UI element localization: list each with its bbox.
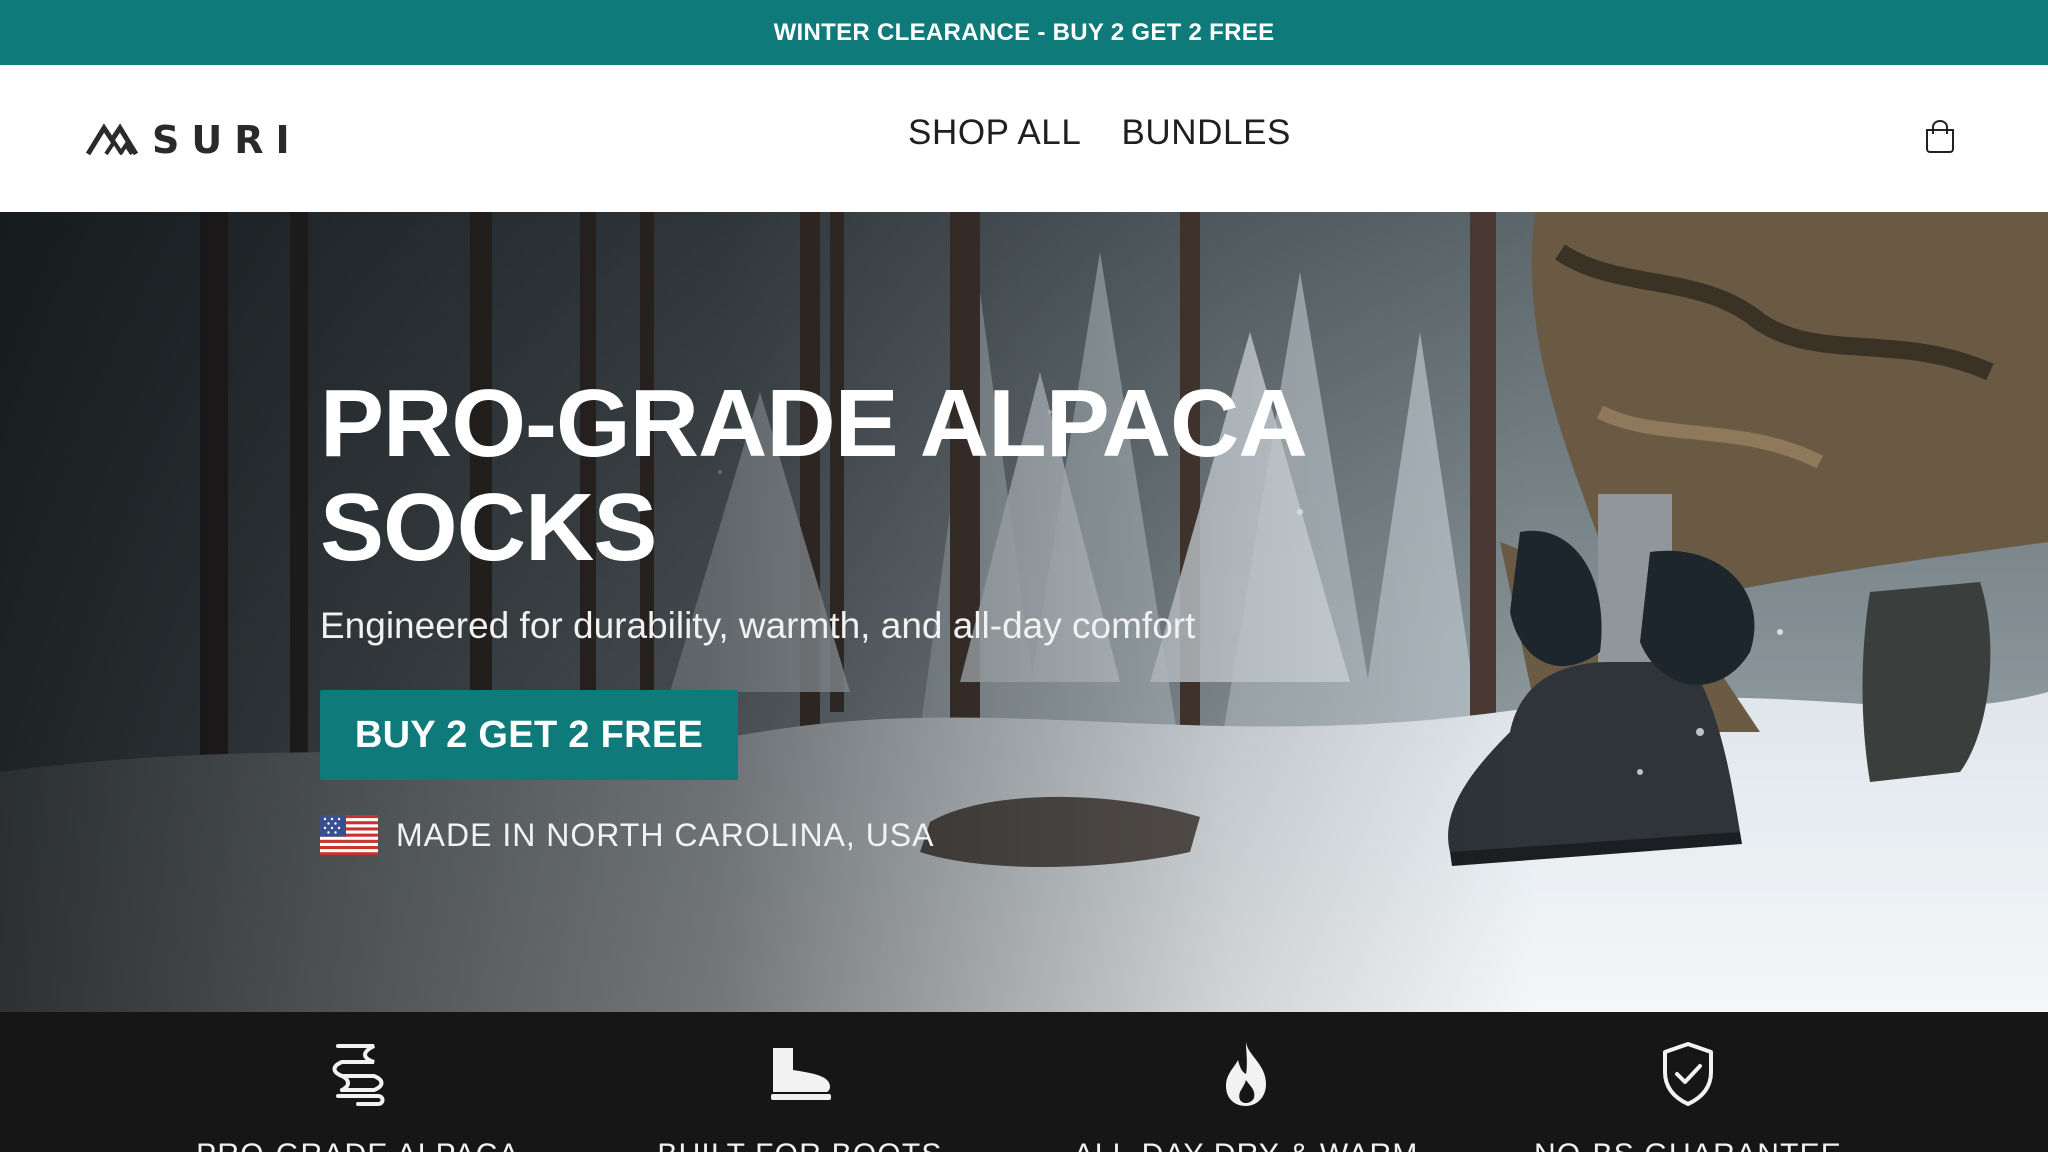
boot-icon xyxy=(771,1048,831,1100)
cart-bag-icon xyxy=(1926,120,1954,153)
feature-label: NO-BS GUARANTEE xyxy=(1468,1138,1908,1152)
nav-shop-all[interactable]: SHOP ALL xyxy=(908,113,1081,153)
flame-icon xyxy=(1226,1042,1266,1106)
feature-label: ALL-DAY DRY & WARM xyxy=(1026,1138,1466,1152)
feature-item: PRO-GRADE ALPACA xyxy=(138,1040,578,1152)
mountain-logo-icon xyxy=(86,123,139,156)
hero-title-line2: SOCKS xyxy=(320,474,657,581)
feature-item: BUILT FOR BOOTS xyxy=(580,1040,1020,1152)
logo[interactable]: SURI xyxy=(86,118,302,162)
feature-item: NO-BS GUARANTEE xyxy=(1468,1040,1908,1152)
hero-title-line1: PRO-GRADE ALPACA xyxy=(320,370,1308,477)
made-in-text: MADE IN NORTH CAROLINA, USA xyxy=(396,816,935,853)
feature-item: ALL-DAY DRY & WARM xyxy=(1026,1040,1466,1152)
features-strip: PRO-GRADE ALPACA BUILT FOR BOOTS ALL-DAY… xyxy=(0,1012,2048,1152)
hero-title: PRO-GRADE ALPACA SOCKS xyxy=(320,372,1320,580)
feature-label: BUILT FOR BOOTS xyxy=(580,1138,1020,1152)
announcement-bar[interactable]: WINTER CLEARANCE - BUY 2 GET 2 FREE xyxy=(0,0,2048,65)
us-flag-icon xyxy=(320,815,378,855)
hero-subtitle: Engineered for durability, warmth, and a… xyxy=(320,605,1196,646)
fiber-spool-icon xyxy=(332,1044,385,1106)
nav-bundles[interactable]: BUNDLES xyxy=(1121,113,1291,153)
page: WINTER CLEARANCE - BUY 2 GET 2 FREE SURI… xyxy=(0,0,2048,1152)
made-in-badge: MADE IN NORTH CAROLINA, USA xyxy=(320,812,934,858)
site-header: SURI SHOP ALL BUNDLES xyxy=(0,65,2048,212)
main-nav: SHOP ALL BUNDLES xyxy=(908,113,1291,153)
announcement-text[interactable]: WINTER CLEARANCE - BUY 2 GET 2 FREE xyxy=(774,19,1275,47)
logo-text: SURI xyxy=(152,118,302,162)
cart-button[interactable] xyxy=(1920,117,1960,157)
shield-check-icon xyxy=(1663,1042,1713,1106)
buy-2-get-2-button[interactable]: BUY 2 GET 2 FREE xyxy=(320,690,738,780)
hero-banner: PRO-GRADE ALPACA SOCKS Engineered for du… xyxy=(0,212,2048,1012)
feature-label: PRO-GRADE ALPACA xyxy=(138,1138,578,1152)
